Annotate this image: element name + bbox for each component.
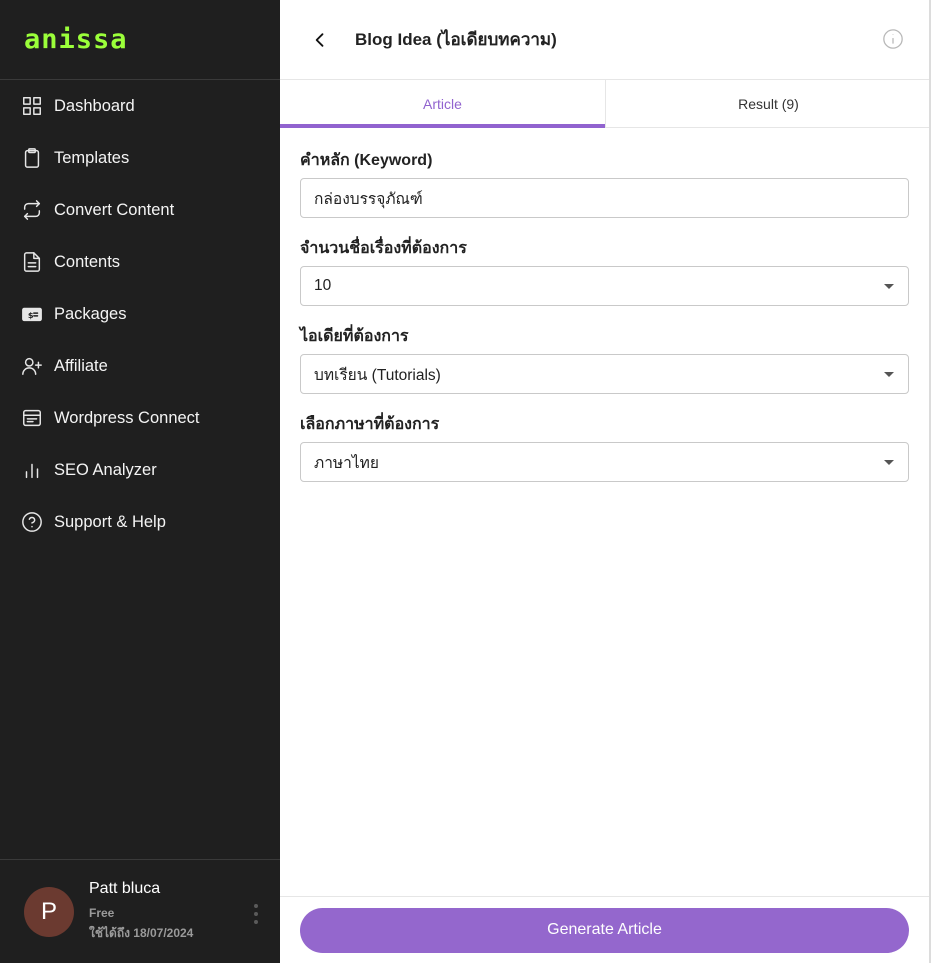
sidebar-item-label: Convert Content: [54, 200, 175, 219]
sidebar-item-label: Affiliate: [54, 356, 108, 375]
repeat-icon: [20, 198, 44, 222]
sidebar-item-affiliate[interactable]: Affiliate: [0, 340, 280, 392]
sidebar-nav: Dashboard Templates Convert Content Cont…: [0, 80, 280, 548]
sidebar-item-label: Support & Help: [54, 512, 166, 531]
bar-chart-icon: [20, 458, 44, 482]
chevron-left-icon: [315, 32, 324, 47]
keyword-value: กล่องบรรจุภัณฑ์: [314, 190, 423, 208]
user-plan: Free: [89, 906, 115, 920]
tab-bar: Article Result (9): [280, 80, 931, 128]
sidebar-item-convert-content[interactable]: Convert Content: [0, 184, 280, 236]
window-icon: [20, 406, 44, 430]
page-header: Blog Idea (ไอเดียบทความ): [280, 0, 931, 80]
back-button[interactable]: [300, 20, 340, 60]
sidebar-item-packages[interactable]: $ Packages: [0, 288, 280, 340]
sidebar-item-wordpress-connect[interactable]: Wordpress Connect: [0, 392, 280, 444]
sidebar-item-label: Wordpress Connect: [54, 408, 200, 427]
more-vertical-icon[interactable]: [252, 904, 260, 924]
brand-logo[interactable]: anissa: [0, 0, 280, 80]
sidebar-item-label: SEO Analyzer: [54, 460, 157, 479]
sidebar-item-templates[interactable]: Templates: [0, 132, 280, 184]
user-panel: P Patt bluca Free ใช้ได้ถึง 18/07/2024: [0, 859, 280, 963]
info-icon[interactable]: [882, 28, 904, 50]
svg-text:$: $: [28, 310, 34, 320]
idea-value: บทเรียน (Tutorials): [314, 366, 441, 384]
tab-result[interactable]: Result (9): [605, 80, 931, 127]
sidebar-item-label: Packages: [54, 304, 127, 323]
page-title: Blog Idea (ไอเดียบทความ): [355, 30, 557, 49]
article-form: คำหลัก (Keyword) กล่องบรรจุภัณฑ์ จำนวนชื…: [280, 128, 931, 482]
user-expiry: ใช้ได้ถึง 18/07/2024: [89, 926, 194, 940]
user-name: Patt bluca: [89, 880, 161, 897]
caret-down-icon: [884, 284, 894, 289]
sidebar-item-seo-analyzer[interactable]: SEO Analyzer: [0, 444, 280, 496]
document-icon: [20, 250, 44, 274]
idea-label: ไอเดียที่ต้องการ: [300, 328, 409, 345]
sidebar-item-label: Contents: [54, 252, 121, 271]
sidebar: anissa Dashboard Templates Convert Conte…: [0, 0, 280, 963]
clipboard-icon: [20, 146, 44, 170]
grid-icon: [20, 94, 44, 118]
tab-article[interactable]: Article: [280, 80, 605, 128]
help-circle-icon: [20, 510, 44, 534]
sidebar-item-dashboard[interactable]: Dashboard: [0, 80, 280, 132]
title-count-label: จำนวนชื่อเรื่องที่ต้องการ: [300, 240, 467, 257]
sidebar-item-support-help[interactable]: Support & Help: [0, 496, 280, 548]
language-label: เลือกภาษาที่ต้องการ: [300, 416, 440, 433]
sidebar-item-contents[interactable]: Contents: [0, 236, 280, 288]
scrollbar[interactable]: [929, 0, 931, 963]
user-plus-icon: [20, 354, 44, 378]
language-value: ภาษาไทย: [314, 454, 379, 472]
avatar[interactable]: P: [24, 886, 74, 937]
generate-article-button[interactable]: Generate Article: [300, 907, 909, 953]
language-select[interactable]: ภาษาไทย: [300, 442, 909, 482]
brand-name: anissa: [24, 24, 128, 55]
sidebar-item-label: Dashboard: [54, 96, 135, 115]
idea-select[interactable]: บทเรียน (Tutorials): [300, 354, 909, 394]
footer-bar: Generate Article: [280, 896, 931, 963]
keyword-label: คำหลัก (Keyword): [300, 152, 433, 169]
title-count-select[interactable]: 10: [300, 266, 909, 306]
sidebar-item-label: Templates: [54, 148, 130, 167]
main-panel: Blog Idea (ไอเดียบทความ) Article Result …: [280, 0, 931, 963]
user-info: Patt bluca Free ใช้ได้ถึง 18/07/2024: [89, 880, 193, 943]
keyword-input[interactable]: กล่องบรรจุภัณฑ์: [300, 178, 909, 218]
caret-down-icon: [884, 372, 894, 377]
caret-down-icon: [884, 460, 894, 465]
title-count-value: 10: [314, 277, 332, 294]
money-icon: $: [20, 302, 44, 326]
